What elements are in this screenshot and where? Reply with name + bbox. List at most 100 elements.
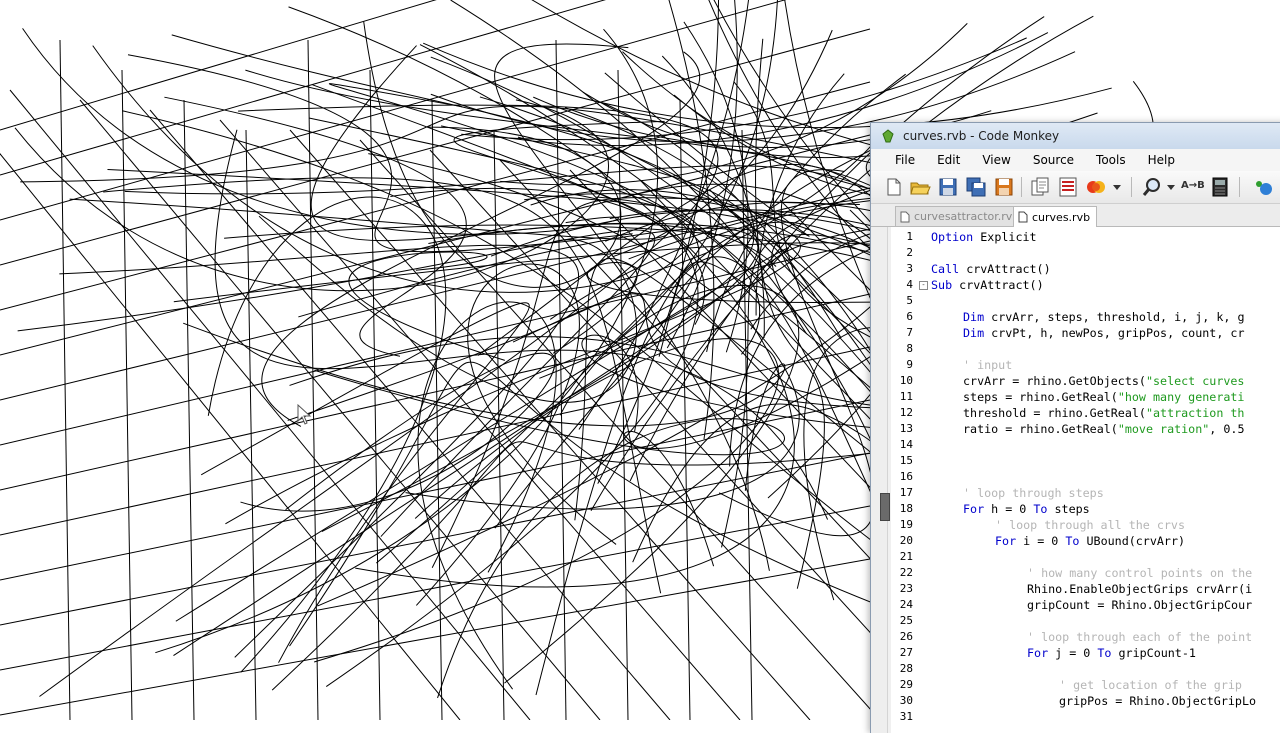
code-text: Option Explicit	[931, 229, 1037, 245]
code-token: i = 0	[1016, 534, 1066, 548]
list-icon[interactable]	[1057, 176, 1079, 198]
find-dropdown-icon[interactable]	[1165, 176, 1177, 198]
splitter-grip[interactable]	[880, 493, 890, 521]
save-as-icon[interactable]	[993, 176, 1015, 198]
replace-icon[interactable]: A→B	[1181, 180, 1205, 191]
menu-view[interactable]: View	[982, 153, 1010, 167]
find-icon[interactable]	[1141, 176, 1163, 198]
menu-tools[interactable]: Tools	[1096, 153, 1126, 167]
code-token: gripCount-1	[1111, 646, 1196, 660]
code-token: steps	[1047, 502, 1090, 516]
wireframe-line	[555, 39, 567, 720]
code-line[interactable]: 26 ' loop through each of the point	[891, 629, 1280, 645]
menu-source[interactable]: Source	[1033, 153, 1074, 167]
keyword-token: For	[995, 534, 1017, 548]
code-line[interactable]: 22 ' how many control points on the	[891, 565, 1280, 581]
document-icon	[900, 211, 910, 222]
code-token: crvArr = rhino.GetObjects(	[963, 374, 1146, 388]
code-monkey-window: curves.rvb - Code Monkey File Edit View …	[870, 122, 1280, 733]
code-line[interactable]: 21	[891, 549, 1280, 565]
menu-help[interactable]: Help	[1148, 153, 1175, 167]
code-line[interactable]: 12 threshold = rhino.GetReal("attraction …	[891, 405, 1280, 421]
code-line[interactable]: 10 crvArr = rhino.GetObjects("select curv…	[891, 373, 1280, 389]
comment-token: ' get location of the grip	[1059, 678, 1242, 692]
code-line[interactable]: 8	[891, 341, 1280, 357]
code-token: ratio = rhino.GetReal(	[963, 422, 1118, 436]
keyword-token: Dim	[963, 310, 985, 324]
line-number: 26	[899, 630, 913, 643]
comment-token: ' loop through each of the point	[1027, 630, 1253, 644]
code-token: gripPos = Rhino.ObjectGripLo	[1059, 694, 1257, 708]
toolbar-separator	[1021, 177, 1022, 197]
code-line[interactable]: 11 steps = rhino.GetReal("how many genera…	[891, 389, 1280, 405]
code-line[interactable]: 2	[891, 245, 1280, 261]
code-line[interactable]: 27 For j = 0 To gripCount-1	[891, 645, 1280, 661]
code-line[interactable]: 31	[891, 709, 1280, 725]
line-number: 7	[906, 326, 913, 339]
code-line[interactable]: 28	[891, 661, 1280, 677]
menu-file[interactable]: File	[895, 153, 915, 167]
code-line[interactable]: 25	[891, 613, 1280, 629]
toolbar-separator	[1131, 177, 1132, 197]
comment-token: ' how many control points on the	[1027, 566, 1253, 580]
line-number: 14	[899, 438, 913, 451]
code-line[interactable]: 17 ' loop through steps	[891, 485, 1280, 501]
code-line[interactable]: 29 ' get location of the grip	[891, 677, 1280, 693]
plugin-icon[interactable]	[1251, 176, 1273, 198]
code-token: crvPt, h, newPos, gripPos, count, cr	[984, 326, 1245, 340]
save-icon[interactable]	[937, 176, 959, 198]
menu-edit[interactable]: Edit	[937, 153, 960, 167]
string-token: "move ration"	[1117, 422, 1210, 436]
code-editor[interactable]: 1 Option Explicit 2 3 Call crvAttract() 4- Sub…	[891, 227, 1280, 733]
new-file-icon[interactable]	[883, 176, 905, 198]
code-line[interactable]: 23 Rhino.EnableObjectGrips crvArr(i	[891, 581, 1280, 597]
panel-splitter[interactable]	[871, 227, 890, 733]
code-line[interactable]: 9 ' input	[891, 357, 1280, 373]
fold-toggle-icon[interactable]: -	[919, 281, 928, 290]
comment-token: ' loop through steps	[963, 486, 1104, 500]
run-dropdown-icon[interactable]	[1111, 176, 1123, 198]
code-line[interactable]: 1 Option Explicit	[891, 229, 1280, 245]
run-script-icon[interactable]	[1085, 176, 1107, 198]
tab-curves[interactable]: curves.rvb	[1013, 206, 1098, 227]
toolbar: A→B	[871, 171, 1280, 204]
attractor-curve	[348, 251, 505, 361]
calculator-icon[interactable]	[1209, 176, 1231, 198]
code-token: h = 0	[984, 502, 1034, 516]
line-number: 2	[906, 246, 913, 259]
attractor-curve	[597, 0, 719, 484]
code-line[interactable]: 7 Dim crvPt, h, newPos, gripPos, count, c…	[891, 325, 1280, 341]
save-all-icon[interactable]	[965, 176, 987, 198]
code-line[interactable]: 18 For h = 0 To steps	[891, 501, 1280, 517]
open-folder-icon[interactable]	[909, 176, 931, 198]
code-line[interactable]: 30 gripPos = Rhino.ObjectGripLo	[891, 693, 1280, 709]
code-line[interactable]: 16	[891, 469, 1280, 485]
code-line[interactable]: 19 ' loop through all the crvs	[891, 517, 1280, 533]
wireframe-line	[369, 69, 381, 720]
code-line[interactable]: 15	[891, 453, 1280, 469]
copy-document-icon[interactable]	[1029, 176, 1051, 198]
code-line[interactable]: 13 ratio = rhino.GetReal("move ration", 0…	[891, 421, 1280, 437]
code-token: Explicit	[973, 230, 1037, 244]
code-line[interactable]: 24 gripCount = Rhino.ObjectGripCour	[891, 597, 1280, 613]
code-line[interactable]: 14	[891, 437, 1280, 453]
tab-curvesattractor[interactable]: curvesattractor.rvb	[895, 206, 1027, 226]
wireframe-line	[679, 99, 691, 720]
line-number: 25	[899, 614, 913, 627]
mouse-cursor	[297, 403, 312, 425]
wireframe-line	[149, 109, 671, 720]
code-line[interactable]: 20 For i = 0 To UBound(crvArr)	[891, 533, 1280, 549]
code-text: ' get location of the grip	[1059, 677, 1242, 693]
line-number: 15	[899, 454, 913, 467]
code-token: steps = rhino.GetReal(	[963, 390, 1118, 404]
code-line[interactable]: 3 Call crvAttract()	[891, 261, 1280, 277]
keyword-token: Dim	[963, 326, 985, 340]
code-line[interactable]: 4- Sub crvAttract()	[891, 277, 1280, 293]
code-line[interactable]: 6 Dim crvArr, steps, threshold, i, j, k, …	[891, 309, 1280, 325]
code-token: crvAttract()	[952, 278, 1044, 292]
code-monkey-app-icon	[882, 129, 894, 143]
code-line[interactable]: 5	[891, 293, 1280, 309]
title-bar[interactable]: curves.rvb - Code Monkey	[871, 123, 1280, 149]
keyword-token: Call	[931, 262, 960, 276]
line-number: 10	[899, 374, 913, 387]
